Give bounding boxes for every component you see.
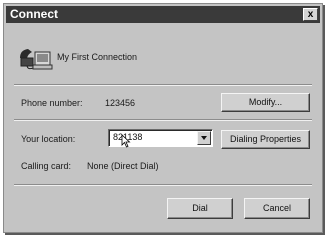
- dial-button[interactable]: Dial: [167, 198, 233, 219]
- divider-top: [14, 84, 312, 86]
- connection-name: My First Connection: [57, 52, 138, 62]
- modify-button-label: Modify...: [248, 97, 283, 107]
- modify-button[interactable]: Modify...: [221, 93, 310, 112]
- text-cursor-icon: [121, 134, 131, 148]
- dialing-properties-button-label: Dialing Properties: [229, 134, 302, 144]
- calling-card-label: Calling card:: [21, 161, 72, 171]
- dialing-properties-button[interactable]: Dialing Properties: [221, 130, 310, 149]
- cancel-button[interactable]: Cancel: [244, 198, 310, 219]
- cancel-button-label: Cancel: [262, 203, 291, 213]
- connect-dialog: Connect x My First Connection Phone numb…: [3, 3, 323, 233]
- close-button[interactable]: x: [303, 8, 318, 21]
- divider-bottom: [14, 184, 312, 186]
- phone-number-value: 123456: [105, 98, 136, 108]
- dialup-connection-icon: [20, 49, 53, 70]
- close-icon: x: [307, 9, 314, 20]
- dialog-title: Connect: [10, 7, 58, 21]
- phone-number-label: Phone number:: [21, 98, 83, 108]
- calling-card-value: None (Direct Dial): [87, 161, 159, 171]
- title-bar[interactable]: Connect x: [6, 6, 320, 23]
- divider-middle: [14, 119, 312, 121]
- location-label: Your location:: [21, 134, 76, 144]
- dial-button-label: Dial: [192, 203, 208, 213]
- chevron-down-icon[interactable]: [197, 131, 211, 145]
